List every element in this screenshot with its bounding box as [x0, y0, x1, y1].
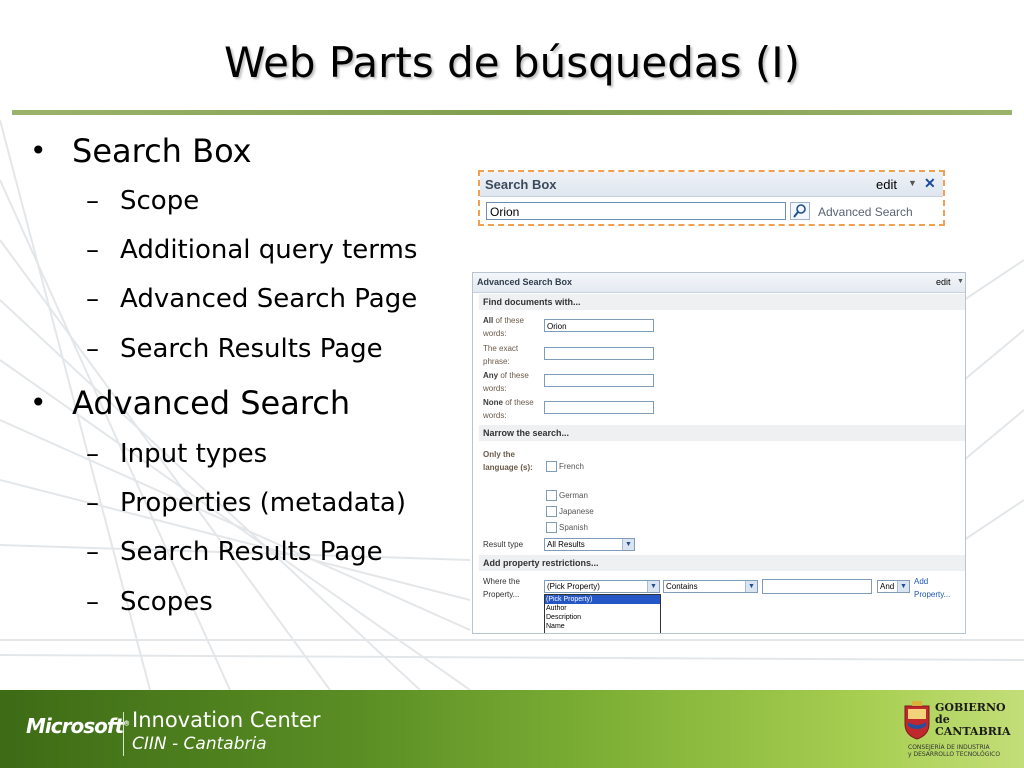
sub-bullet-text: Input types [120, 439, 268, 469]
search-button[interactable] [790, 202, 810, 220]
close-icon[interactable]: ✕ [924, 175, 936, 192]
language-label: Only the language (s): [483, 450, 533, 472]
consejeria-subtitle: CONSEJERÍA DE INDUSTRIA y DESARROLLO TEC… [908, 744, 1001, 758]
advanced-search-web-part: Advanced Search Box edit ▼ Find document… [472, 272, 966, 634]
checkbox-label: French [559, 462, 584, 471]
chevron-down-icon: ▼ [622, 539, 634, 550]
chevron-down-icon[interactable]: ▼ [957, 278, 964, 285]
edit-menu[interactable]: edit [936, 277, 951, 287]
add-property-link[interactable]: Add Property... [914, 575, 962, 601]
dropdown-option[interactable]: Description [545, 613, 660, 622]
sub-bullet-text: Advanced Search Page [120, 284, 418, 314]
innovation-center-title: Innovation Center [132, 708, 321, 732]
sub-bullet-text: Properties (metadata) [120, 488, 406, 518]
gobierno-cantabria-name: GOBIERNO de CANTABRIA [935, 701, 1011, 738]
dropdown-option[interactable]: Name [545, 622, 660, 631]
operator-select[interactable]: Contains ▼ [663, 580, 758, 593]
checkbox-german[interactable] [546, 490, 557, 501]
microsoft-logo: Microsoft® [26, 714, 130, 738]
bullet-dot: • [30, 134, 47, 167]
footer-banner: Microsoft® Innovation Center CIIN - Cant… [0, 690, 1024, 768]
any-words-input[interactable] [544, 374, 654, 387]
bullet-text: Advanced Search [72, 384, 351, 422]
edit-menu[interactable]: edit [876, 177, 897, 192]
cantabria-crest-icon [904, 701, 930, 740]
none-words-input[interactable] [544, 401, 654, 414]
checkbox-japanese[interactable] [546, 506, 557, 517]
chevron-down-icon[interactable]: ▼ [908, 178, 917, 188]
field-label-all-words: All of these words: [483, 316, 524, 338]
chevron-down-icon: ▼ [897, 581, 909, 592]
search-icon [793, 204, 806, 218]
field-label-any-words: Any of these words: [483, 371, 529, 393]
checkbox-spanish[interactable] [546, 522, 557, 533]
where-property-label: Where the Property... [483, 577, 520, 599]
bullet-text: Search Box [72, 132, 252, 170]
result-type-select[interactable]: All Results ▼ [544, 538, 635, 551]
dropdown-option[interactable]: Author [545, 604, 660, 613]
checkbox-french[interactable] [546, 461, 557, 472]
exact-phrase-input[interactable] [544, 347, 654, 360]
section-property-restrictions: Add property restrictions... [479, 555, 965, 571]
property-dropdown-list: (Pick Property) Author Description Name [544, 594, 661, 633]
sub-bullet-text: Scope [120, 186, 200, 216]
all-words-input[interactable]: Orion [544, 319, 654, 332]
conjunction-select[interactable]: And ▼ [877, 580, 910, 593]
sub-bullet-text: Scopes [120, 587, 213, 617]
advanced-search-header: Advanced Search Box edit ▼ [473, 273, 965, 293]
checkbox-label: Spanish [559, 523, 588, 532]
chevron-down-icon: ▼ [647, 581, 659, 592]
section-find-documents: Find documents with... [479, 294, 965, 310]
advanced-search-title: Advanced Search Box [477, 277, 573, 287]
chevron-down-icon: ▼ [745, 581, 757, 592]
dropdown-option[interactable]: (Pick Property) [545, 595, 660, 604]
section-narrow-search: Narrow the search... [479, 425, 965, 441]
property-value-input[interactable] [762, 579, 872, 594]
footer-divider [123, 712, 124, 756]
property-select[interactable]: (Pick Property) ▼ [544, 580, 660, 593]
slide-title: Web Parts de búsquedas (I) [224, 38, 800, 87]
field-label-exact-phrase: The exact phrase: [483, 344, 519, 366]
result-type-label: Result type [483, 540, 524, 549]
bullet-dot: • [30, 386, 47, 419]
field-label-none-words: None of these words: [483, 398, 534, 420]
search-input[interactable]: Orion [486, 202, 786, 220]
sub-bullet-text: Search Results Page [120, 537, 383, 567]
search-box-header: Search Box edit ▼ ✕ [480, 172, 943, 197]
ciin-subtitle: CIIN - Cantabria [132, 734, 267, 754]
advanced-search-link[interactable]: Advanced Search [818, 205, 913, 219]
sub-bullet-text: Additional query terms [120, 235, 418, 265]
title-divider [12, 110, 1012, 115]
checkbox-label: German [559, 491, 588, 500]
checkbox-label: Japanese [559, 507, 594, 516]
search-box-web-part: Search Box edit ▼ ✕ Orion Advanced Searc… [478, 170, 945, 226]
sub-bullet-text: Search Results Page [120, 334, 383, 364]
search-box-title: Search Box [485, 177, 557, 192]
